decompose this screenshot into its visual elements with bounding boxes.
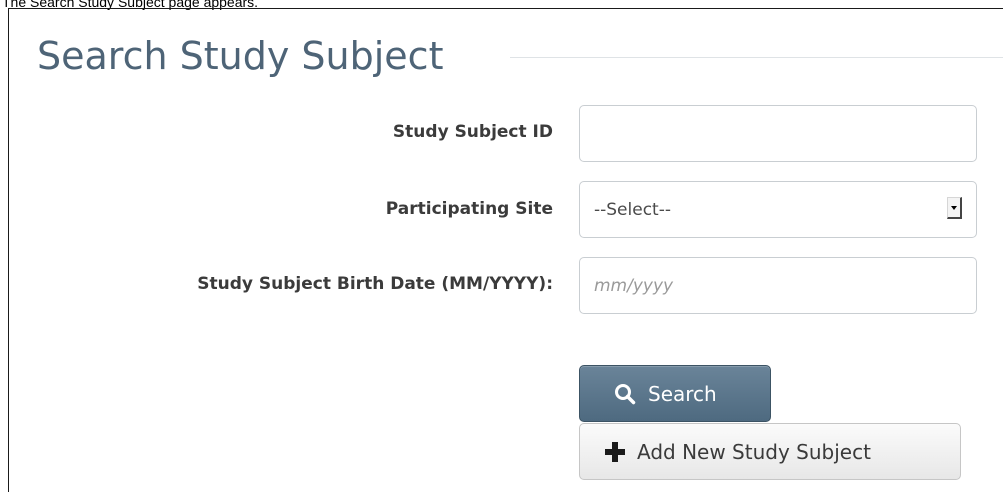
birth-date-input[interactable] <box>579 257 977 314</box>
page-title: Search Study Subject <box>37 34 444 78</box>
add-new-study-subject-label: Add New Study Subject <box>637 439 871 464</box>
search-button[interactable]: Search <box>579 365 771 422</box>
birth-date-label: Study Subject Birth Date (MM/YYYY): <box>197 274 553 294</box>
content-frame <box>8 8 1003 492</box>
participating-site-selected: --Select-- <box>594 199 671 220</box>
search-icon <box>614 383 636 405</box>
title-divider <box>510 57 1003 58</box>
plus-icon <box>605 441 625 462</box>
study-subject-id-input[interactable] <box>579 105 977 162</box>
participating-site-label: Participating Site <box>385 199 553 219</box>
participating-site-select[interactable]: --Select-- <box>579 181 977 238</box>
add-new-study-subject-button[interactable]: Add New Study Subject <box>579 423 961 480</box>
study-subject-id-label: Study Subject ID <box>392 122 553 142</box>
search-button-label: Search <box>648 381 717 406</box>
dropdown-arrow-icon[interactable] <box>947 197 962 219</box>
